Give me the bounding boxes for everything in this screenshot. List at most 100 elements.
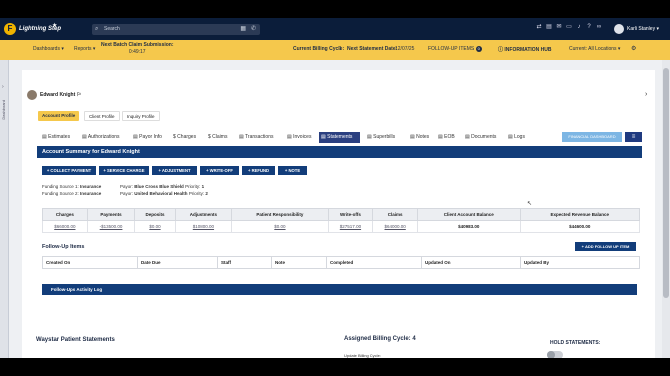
- funding-source-2: Funding Source 2: Insurance: [42, 191, 102, 196]
- scrollbar-thumb[interactable]: [663, 68, 669, 298]
- col-note[interactable]: Note: [271, 256, 327, 269]
- calendar-icon[interactable]: ▤: [544, 23, 554, 30]
- billing-cycle-value: 1: [339, 46, 342, 52]
- update-billing-cycle-label: Update Billing Cycle:: [344, 353, 381, 358]
- adjustments-value[interactable]: $10800.00: [174, 220, 233, 233]
- next-statement-label: Next Statement Date:: [347, 46, 398, 52]
- followup-items-link[interactable]: FOLLOW-UP ITEMS 0: [428, 46, 482, 52]
- col-client-balance: Client Account Balance: [417, 208, 521, 221]
- table-header-row: Created On Date Due Staff Note Completed…: [42, 256, 640, 269]
- user-name: Karli Stanley: [627, 26, 656, 32]
- user-menu[interactable]: Karli Stanley ▾: [614, 23, 659, 35]
- search-input[interactable]: ⌕ Search ▦ ✆: [92, 24, 260, 35]
- write-offs-value[interactable]: $27517.00: [327, 220, 374, 233]
- sidebar: › Dashboard: [0, 60, 9, 358]
- tab-eob[interactable]: ▤ EOB: [436, 132, 457, 143]
- add-followup-button[interactable]: + ADD FOLLOW UP ITEM: [575, 242, 636, 251]
- service-charge-button[interactable]: + SERVICE CHARGE: [99, 166, 149, 175]
- link-icon[interactable]: ∞: [594, 24, 604, 30]
- flag-icon[interactable]: ⚐: [77, 92, 81, 98]
- tab-account-profile[interactable]: Account Profile: [38, 111, 80, 121]
- followup-title: Follow-Up Items: [42, 244, 85, 250]
- nav-bar: Dashboards ▾ Reports ▾ Next Batch Claim …: [0, 40, 670, 60]
- transfer-icon[interactable]: ⇄: [534, 23, 544, 30]
- followup-activity-log[interactable]: Follow-Ups Activity Log: [42, 284, 637, 295]
- location-select[interactable]: Current: All Locations ▾: [569, 46, 620, 52]
- assigned-billing-cycle: Assigned Billing Cycle: 4: [344, 336, 416, 342]
- tab-payor-info[interactable]: ▤ Payor Info: [131, 132, 164, 143]
- hold-statements-label: HOLD STATEMENTS:: [550, 340, 601, 346]
- help-icon[interactable]: ?: [584, 24, 594, 30]
- phone-icon[interactable]: ✆: [251, 24, 256, 35]
- tab-logs[interactable]: ▤ Logs: [506, 132, 527, 143]
- tab-inquiry-profile[interactable]: Inquiry Profile: [122, 111, 160, 121]
- scrollbar[interactable]: [662, 60, 670, 358]
- bell-icon[interactable]: ♪: [574, 24, 584, 30]
- claims-value[interactable]: $64000.00: [372, 220, 418, 233]
- settings-gear-icon[interactable]: ⚙: [631, 45, 636, 52]
- toolbar-icons: ⇄ ▤ ✉ ▭ ♪? ∞: [534, 23, 604, 30]
- dashboards-menu[interactable]: Dashboards ▾: [33, 46, 64, 52]
- col-created-on[interactable]: Created On: [42, 256, 138, 269]
- chat-icon[interactable]: ▭: [564, 23, 574, 30]
- hold-statements-toggle[interactable]: [547, 351, 563, 358]
- deposits-value[interactable]: $0.00: [134, 220, 176, 233]
- top-bar: F Lightning Step ★ ⌕ Search ▦ ✆ ⇄ ▤ ✉ ▭ ♪? ∞ …: [0, 18, 670, 40]
- col-updated-on[interactable]: Updated On: [421, 256, 521, 269]
- reports-menu[interactable]: Reports ▾: [74, 46, 95, 52]
- refund-button[interactable]: + REFUND: [242, 166, 275, 175]
- account-summary-header: Account Summary for Edward Knight: [37, 146, 642, 158]
- menu-icon[interactable]: ≡: [625, 132, 642, 142]
- table-row: $66000.00 -$13500.00 $0.00 $10800.00 $0.…: [42, 220, 640, 233]
- tab-invoices[interactable]: ▤ Invoices: [285, 132, 313, 143]
- collect-payment-button[interactable]: + COLLECT PAYMENT: [42, 166, 96, 175]
- tab-authorizations[interactable]: ▤ Authorizations: [80, 132, 122, 143]
- mouse-cursor-icon: ↖: [527, 201, 533, 207]
- tab-notes[interactable]: ▤ Notes: [408, 132, 431, 143]
- note-button[interactable]: + NOTE: [278, 166, 307, 175]
- adjustment-button[interactable]: + ADJUSTMENT: [152, 166, 197, 175]
- followup-table: Created On Date Due Staff Note Completed…: [42, 256, 640, 269]
- tab-statements[interactable]: ▤ Statements: [319, 132, 360, 143]
- patient-responsibility-value[interactable]: $0.00: [231, 220, 329, 233]
- expected-revenue-value: $44600.00: [519, 220, 640, 233]
- col-patient-responsibility: Patient Responsibility: [231, 208, 329, 221]
- patient-avatar: [27, 90, 37, 100]
- next-batch: Next Batch Claim Submission: 0:49:17: [101, 42, 174, 55]
- tab-claims[interactable]: $ Claims: [206, 132, 229, 143]
- col-charges: Charges: [42, 208, 88, 221]
- search-icon: ⌕: [95, 26, 99, 32]
- patient-name: Edward Knight ⚐: [40, 92, 82, 98]
- main-content: Edward Knight ⚐ › Account Profile Client…: [22, 70, 655, 358]
- sidebar-toggle-icon[interactable]: ›: [2, 84, 4, 90]
- financial-dashboard-button[interactable]: FINANCIAL DASHBOARD: [562, 132, 622, 142]
- funding-source-1: Funding Source 1: Insurance: [42, 184, 102, 189]
- favorite-star-icon[interactable]: ★: [52, 22, 57, 29]
- brand-logo[interactable]: F: [4, 23, 16, 35]
- calculator-icon[interactable]: ▦: [240, 24, 246, 35]
- toggle-knob: [547, 351, 555, 358]
- tab-estimates[interactable]: ▤ Estimates: [40, 132, 72, 143]
- mail-icon[interactable]: ✉: [554, 23, 564, 30]
- col-completed[interactable]: Completed: [326, 256, 422, 269]
- col-expected-revenue: Expected Revenue Balance: [519, 208, 640, 221]
- col-write-offs: Write-offs: [327, 208, 374, 221]
- col-claims: Claims: [372, 208, 418, 221]
- charges-value[interactable]: $66000.00: [42, 220, 88, 233]
- col-adjustments: Adjustments: [174, 208, 233, 221]
- col-updated-by[interactable]: Updated By: [520, 256, 640, 269]
- payments-value[interactable]: -$13500.00: [86, 220, 136, 233]
- tab-charges[interactable]: $ Charges: [171, 132, 198, 143]
- tab-documents[interactable]: ▤ Documents: [463, 132, 498, 143]
- table-header-row: Charges Payments Deposits Adjustments Pa…: [42, 208, 640, 221]
- tab-transactions[interactable]: ▤ Transactions: [237, 132, 275, 143]
- col-staff[interactable]: Staff: [217, 256, 272, 269]
- write-off-button[interactable]: + WRITE-OFF: [200, 166, 239, 175]
- payor-1: Payor: Blue Cross Blue Shield Priority: …: [120, 184, 205, 189]
- information-hub-link[interactable]: ⓘ INFORMATION HUB: [498, 46, 552, 53]
- tab-client-profile[interactable]: Client Profile: [84, 111, 120, 121]
- tab-superbills[interactable]: ▤ Superbills: [365, 132, 397, 143]
- next-statement-value: 12/07/25: [395, 46, 415, 52]
- col-date-due[interactable]: Date Due: [137, 256, 218, 269]
- chevron-right-icon[interactable]: ›: [645, 91, 647, 98]
